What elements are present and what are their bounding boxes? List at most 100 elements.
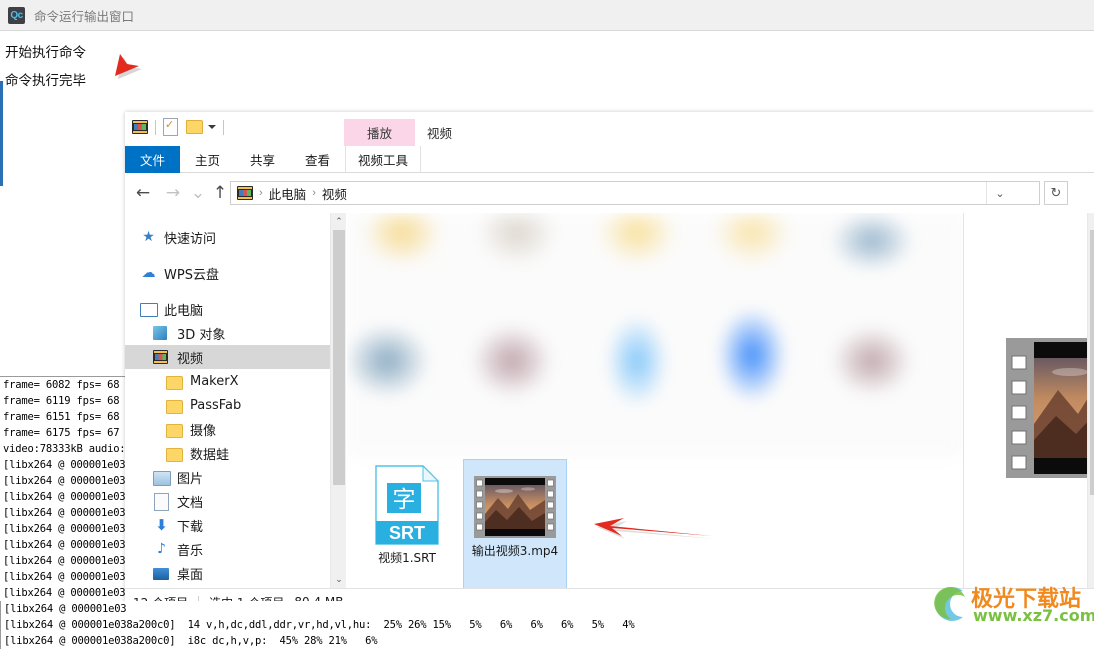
nav-item-documents[interactable]: 文档 (125, 489, 330, 513)
back-button[interactable]: ← (133, 183, 153, 203)
preview-thumbnail (1006, 338, 1087, 483)
nav-item-label: 下载 (177, 519, 204, 535)
scrollbar-thumb[interactable] (333, 230, 345, 485)
nav-item-shujuwa[interactable]: 数据蛙 (125, 441, 330, 465)
log-line: [libx264 @ 000001e03 (3, 523, 126, 535)
console-line: 开始执行命令 (5, 45, 86, 61)
nav-item-label: 文档 (177, 495, 204, 511)
nav-item-label: PassFab (190, 397, 242, 413)
location-icon (237, 186, 253, 200)
refresh-button[interactable]: ↻ (1044, 181, 1068, 205)
properties-icon[interactable] (163, 118, 178, 136)
folder-icon (166, 421, 183, 438)
log-line: frame= 6119 fps= 68 (3, 395, 120, 407)
file-list-area[interactable]: 字 SRT 视频1.SRT 输出视频3.mp4 (347, 213, 963, 588)
address-bar-row: ← → ⌄ ↑ › 此电脑 › 视频 ⌄ ↻ (125, 173, 1094, 213)
nav-item-quick-access[interactable]: ★ 快速访问 (125, 225, 330, 249)
nav-item-label: 数据蛙 (190, 447, 230, 463)
folder-icon (166, 445, 183, 462)
nav-item-wps-cloud[interactable]: ☁ WPS云盘 (125, 261, 330, 285)
log-line: [libx264 @ 000001e03 (3, 555, 126, 567)
ribbon-tab-strip: 文件 主页 共享 查看 视频工具 (125, 146, 1094, 173)
videos-folder-icon (132, 120, 148, 134)
svg-text:SRT: SRT (389, 523, 425, 543)
folder-icon (166, 397, 183, 414)
3d-objects-icon (153, 325, 170, 342)
recent-locations-button[interactable]: ⌄ (188, 183, 208, 203)
chevron-down-icon[interactable] (208, 125, 216, 129)
breadcrumb-separator: › (259, 187, 263, 199)
scroll-down-icon[interactable]: ⌄ (331, 571, 347, 588)
srt-file-icon: 字 SRT (375, 464, 440, 545)
nav-item-label: 视频 (177, 351, 204, 367)
tab-view[interactable]: 查看 (290, 146, 345, 173)
navigation-pane-scrollbar[interactable]: ⌃ ⌄ (330, 213, 346, 588)
nav-item-desktop[interactable]: 桌面 (125, 561, 330, 585)
log-line: frame= 6175 fps= 67 (3, 427, 120, 439)
console-line: 命令执行完毕 (5, 73, 86, 89)
nav-item-downloads[interactable]: ⬇ 下载 (125, 513, 330, 537)
log-line: frame= 6082 fps= 68 (3, 379, 120, 391)
file-list-scrollbar[interactable]: ⌃ ⌄ (1087, 213, 1094, 588)
breadcrumb-separator: › (312, 187, 316, 199)
documents-icon (153, 492, 170, 511)
file-name: 输出视频3.mp4 (471, 544, 559, 558)
nav-item-music[interactable]: ♪ 音乐 (125, 537, 330, 561)
nav-item-label: 摄像 (190, 423, 217, 439)
log-line: [libx264 @ 000001e03 (3, 459, 126, 471)
scroll-up-icon[interactable]: ⌃ (1088, 213, 1094, 230)
tab-file[interactable]: 文件 (125, 146, 180, 173)
log-line: video:78333kB audio: (3, 443, 126, 455)
nav-item-3d-objects[interactable]: 3D 对象 (125, 321, 330, 345)
up-button[interactable]: ↑ (210, 183, 230, 203)
videos-icon (153, 349, 170, 366)
forward-button[interactable]: → (163, 183, 183, 203)
nav-item-this-pc[interactable]: 此电脑 (125, 297, 330, 321)
nav-item-label: 图片 (177, 471, 204, 487)
nav-item-videos[interactable]: 视频 (125, 345, 330, 369)
nav-item-makerx[interactable]: MakerX (125, 369, 330, 393)
nav-item-shexiang[interactable]: 摄像 (125, 417, 330, 441)
ffmpeg-log-panel[interactable]: frame= 6082 fps= 68 frame= 6119 fps= 68 … (0, 376, 129, 634)
computer-icon (140, 301, 158, 318)
log-line: [libx264 @ 000001e03 (3, 539, 126, 551)
file-item-srt[interactable]: 字 SRT 视频1.SRT (355, 459, 459, 588)
scrollbar-thumb[interactable] (1090, 230, 1094, 495)
nav-item-label: 此电脑 (164, 303, 204, 319)
log-line: [libx264 @ 000001e03 (3, 571, 126, 583)
scroll-down-icon[interactable]: ⌄ (1088, 571, 1094, 588)
command-output-titlebar: Qc 命令运行输出窗口 (0, 0, 1094, 31)
divider (223, 119, 224, 135)
file-item-mp4[interactable]: 输出视频3.mp4 (463, 459, 567, 588)
address-bar[interactable]: › 此电脑 › 视频 ⌄ (230, 181, 1040, 205)
svg-text:字: 字 (393, 487, 416, 513)
breadcrumb-videos[interactable]: 视频 (322, 184, 347, 203)
new-folder-icon[interactable] (186, 120, 203, 134)
nav-item-label: 快速访问 (164, 231, 217, 247)
breadcrumb-this-pc[interactable]: 此电脑 (269, 184, 307, 203)
nav-item-passfab[interactable]: PassFab (125, 393, 330, 417)
log-line: [libx264 @ 000001e03 (3, 491, 126, 503)
downloads-icon: ⬇ (155, 515, 168, 534)
tab-share[interactable]: 共享 (235, 146, 290, 173)
contextual-tab-play[interactable]: 播放 (344, 119, 415, 146)
tab-home[interactable]: 主页 (180, 146, 235, 173)
log-line-wide: [libx264 @ 000001e038a200c0] i8c dc,h,v,… (0, 633, 1094, 649)
scroll-up-icon[interactable]: ⌃ (331, 213, 347, 230)
nav-item-pictures[interactable]: 图片 (125, 465, 330, 489)
navigation-pane[interactable]: ★ 快速访问 ☁ WPS云盘 此电脑 3D 对象 视频 MakerX PassF… (125, 213, 330, 588)
contextual-group-label: 视频 (427, 126, 453, 141)
folder-icon (166, 373, 183, 390)
log-line: [libx264 @ 000001e03 (3, 507, 126, 519)
window-title: 命令运行输出窗口 (34, 8, 135, 24)
left-accent-bar (0, 81, 3, 186)
star-icon: ★ (142, 228, 155, 245)
nav-item-label: 音乐 (177, 543, 204, 559)
file-explorer-window: 文件 主页 共享 查看 视频工具 ← → ⌄ ↑ › 此电脑 › 视频 ⌄ ↻ … (125, 112, 1094, 616)
tab-video-tools[interactable]: 视频工具 (345, 146, 421, 173)
divider (155, 119, 156, 135)
file-name: 视频1.SRT (378, 551, 436, 565)
address-dropdown-icon[interactable]: ⌄ (986, 182, 1013, 204)
log-line: [libx264 @ 000001e03 (3, 475, 126, 487)
blurred-thumbnail-band (347, 213, 963, 457)
